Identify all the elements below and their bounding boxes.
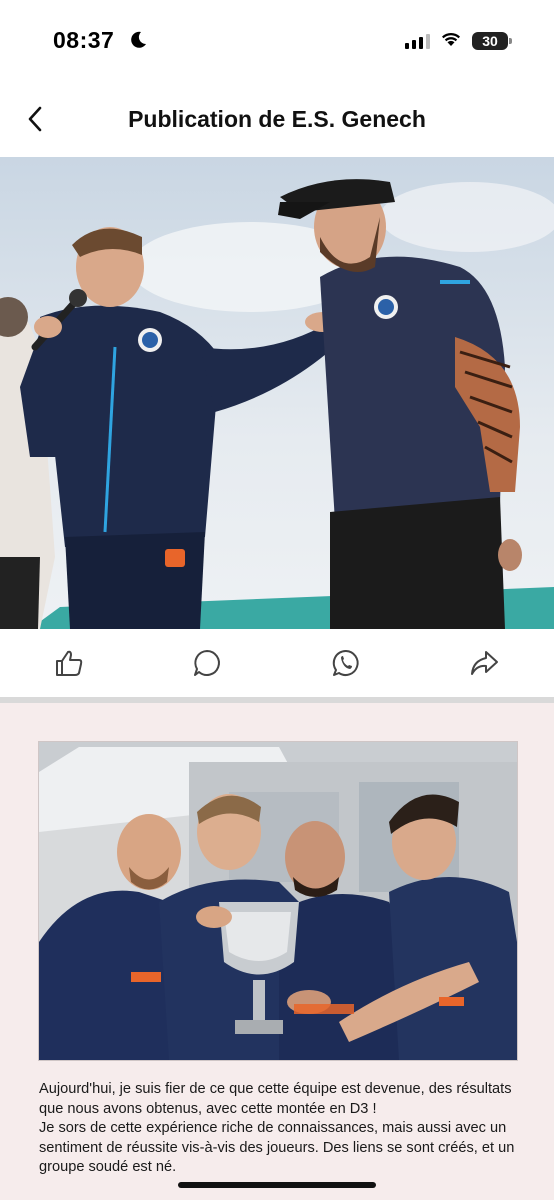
status-icons: 30 xyxy=(405,30,512,52)
thumbs-up-icon xyxy=(56,650,83,676)
nav-bar: Publication de E.S. Genech xyxy=(0,82,554,158)
home-indicator[interactable] xyxy=(178,1182,376,1188)
post-paragraph: Je sors de cette expérience riche de con… xyxy=(39,1120,515,1176)
comment-button[interactable] xyxy=(187,643,227,683)
share-button[interactable] xyxy=(464,643,504,683)
status-time: 08:37 xyxy=(53,27,115,53)
post-paragraph: Aujourd'hui, je suis fier de ce que cett… xyxy=(39,1081,512,1117)
cellular-signal-icon xyxy=(405,33,430,49)
battery-level: 30 xyxy=(482,33,498,49)
whatsapp-icon xyxy=(332,649,359,676)
comment-bubble-icon xyxy=(194,650,220,676)
page-title: Publication de E.S. Genech xyxy=(128,106,426,132)
hero-photo[interactable] xyxy=(0,157,554,629)
status-bar: 08:37 30 xyxy=(0,0,554,82)
like-button[interactable] xyxy=(49,643,89,683)
battery-icon: 30 xyxy=(472,32,512,50)
post-card: Aujourd'hui, je suis fier de ce que cett… xyxy=(0,703,554,1200)
team-trophy-photo[interactable] xyxy=(38,741,518,1061)
whatsapp-button[interactable] xyxy=(326,643,366,683)
action-bar xyxy=(0,629,554,697)
share-arrow-icon xyxy=(471,651,498,675)
wifi-icon xyxy=(440,30,462,52)
post-text: Aujourd'hui, je suis fier de ce que cett… xyxy=(39,1080,519,1178)
moon-icon xyxy=(128,30,148,55)
